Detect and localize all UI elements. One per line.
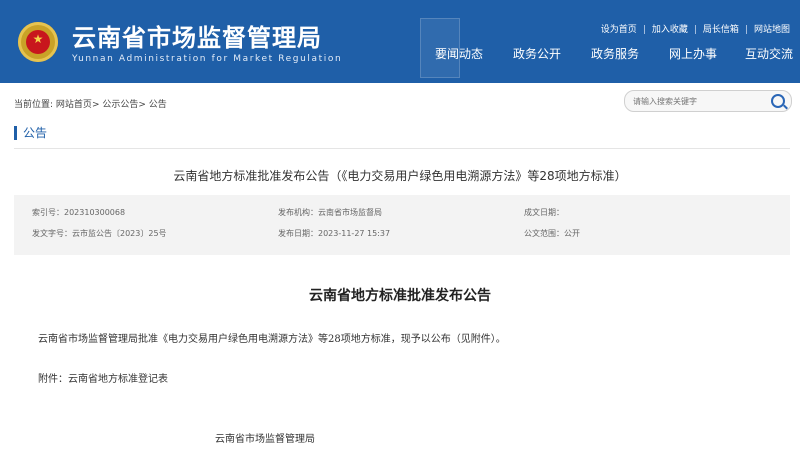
nav-item-news[interactable]: 要闻动态 (435, 45, 483, 62)
link-sitemap[interactable]: 网站地图 (754, 25, 790, 35)
top-links: 设为首页 | 加入收藏 | 局长信箱 | 网站地图 (601, 22, 790, 35)
search-input[interactable] (631, 93, 765, 109)
breadcrumb-prefix: 当前位置: (14, 100, 54, 110)
nav-item-gov-affairs[interactable]: 政务公开 (513, 45, 561, 62)
meta-publish-date-value: 2023-11-27 15:37 (318, 229, 391, 238)
top-link-separator: | (693, 25, 697, 35)
top-link-separator: | (642, 25, 646, 35)
document-meta-panel: 索引号：202310300068 发布机构：云南省市场监督局 成文日期： 发文字… (14, 195, 790, 255)
emblem-star-icon: ★ (32, 32, 44, 46)
main-nav: 要闻动态 政务公开 政务服务 网上办事 互动交流 (420, 45, 800, 63)
site-header: ★ 云南省市场监督管理局 Yunnan Administration for M… (0, 0, 800, 83)
top-link-separator: | (744, 25, 748, 35)
link-director-mailbox[interactable]: 局长信箱 (703, 25, 739, 35)
breadcrumb-separator: > (138, 100, 146, 110)
meta-doc-number: 发文字号：云市监公告〔2023〕25号 (32, 228, 167, 239)
article-attachment[interactable]: 附件：云南省地方标准登记表 (38, 370, 168, 385)
breadcrumb-current[interactable]: 公告 (149, 100, 167, 110)
breadcrumb-separator: > (91, 100, 100, 110)
meta-publish-date-label: 发布日期： (278, 229, 318, 238)
search-box (624, 90, 792, 112)
article-body: 云南省市场监督管理局批准《电力交易用户绿色用电溯源方法》等28项地方标准，现予以… (38, 334, 506, 345)
meta-issuer: 发布机构：云南省市场监督局 (278, 207, 382, 218)
meta-date-label: 成文日期： (524, 208, 564, 217)
meta-scope: 公文范围：公开 (524, 228, 580, 239)
meta-index: 索引号：202310300068 (32, 207, 125, 218)
meta-doc-number-label: 发文字号： (32, 229, 72, 238)
meta-doc-number-value: 云市监公告〔2023〕25号 (72, 229, 167, 238)
article-signature: 云南省市场监督管理局 (215, 434, 315, 445)
site-title[interactable]: 云南省市场监督管理局 (72, 18, 322, 53)
article-heading: 云南省地方标准批准发布公告 (309, 288, 491, 304)
search-icon[interactable] (771, 94, 785, 108)
site-subtitle-en: Yunnan Administration for Market Regulat… (72, 54, 343, 64)
link-set-homepage[interactable]: 设为首页 (601, 25, 637, 35)
meta-scope-value: 公开 (564, 229, 580, 238)
nav-item-gov-services[interactable]: 政务服务 (591, 45, 639, 62)
breadcrumb-notices[interactable]: 公示公告 (102, 100, 138, 110)
national-emblem-icon: ★ (18, 22, 58, 62)
document-title: 云南省地方标准批准发布公告（《电力交易用户绿色用电溯源方法》等28项地方标准） (173, 169, 627, 183)
meta-index-label: 索引号： (32, 208, 64, 217)
meta-scope-label: 公文范围： (524, 229, 564, 238)
section-divider (14, 148, 790, 149)
nav-item-interaction[interactable]: 互动交流 (745, 45, 793, 62)
section-title: 公告 (14, 126, 47, 140)
meta-written-date: 成文日期： (524, 207, 564, 218)
link-add-favorite[interactable]: 加入收藏 (652, 25, 688, 35)
nav-item-online-services[interactable]: 网上办事 (669, 45, 717, 62)
meta-index-value: 202310300068 (64, 208, 126, 217)
breadcrumb: 当前位置: 网站首页> 公示公告> 公告 (14, 97, 167, 110)
meta-issuer-label: 发布机构： (278, 208, 318, 217)
meta-issuer-value: 云南省市场监督局 (318, 208, 382, 217)
meta-publish-date: 发布日期：2023-11-27 15:37 (278, 228, 390, 239)
breadcrumb-home[interactable]: 网站首页 (56, 100, 92, 110)
